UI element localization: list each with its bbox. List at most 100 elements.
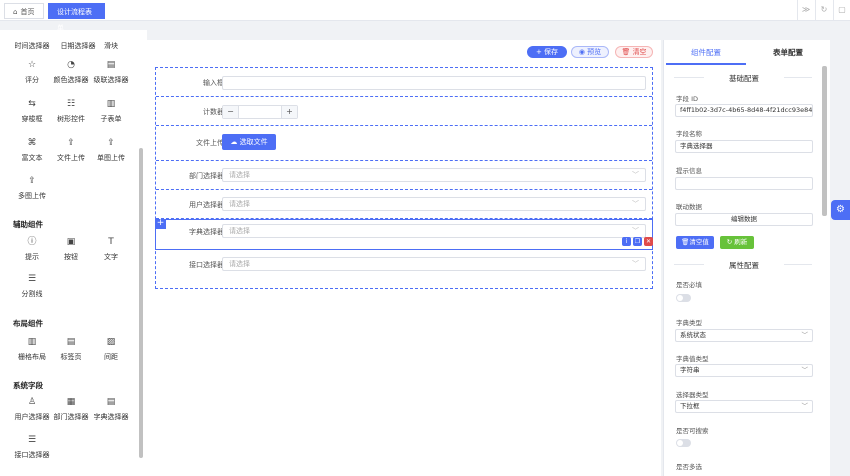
- linkage-label: 联动数据: [676, 203, 702, 211]
- save-button[interactable]: + 保存: [527, 46, 567, 58]
- dict-value-type-label: 字典值类型: [676, 355, 709, 363]
- field-name-label: 字段名称: [676, 130, 702, 138]
- tab-design-form-label: 设计流程表单: [57, 8, 92, 32]
- palette-item-label: 按钮: [64, 253, 78, 261]
- clear-value-button[interactable]: 🗑清空值: [676, 236, 714, 249]
- searchable-label: 是否可搜索: [676, 427, 709, 435]
- plus-button[interactable]: +: [281, 106, 297, 118]
- palette-item-label: 滑块: [104, 42, 118, 50]
- preview-button[interactable]: ◉ 预览: [571, 46, 609, 58]
- dict-type-value: 系统状态: [680, 331, 706, 339]
- form-row-user-selector[interactable]: 用户选择器 请选择 ﹀: [156, 190, 652, 219]
- info-action-icon[interactable]: i: [622, 237, 631, 246]
- section-basic: 基础配置: [704, 73, 784, 84]
- form-row-upload[interactable]: 文件上传 ☁ 选取文件: [156, 126, 652, 161]
- image-upload-icon: ⇪: [107, 138, 115, 148]
- component-palette: 时间选择器 日期选择器 滑块 ☆ 评分 ◔ 颜色选择器 ▤ 级联选择器 ⇆ 穿梭框 ☷ 树…: [0, 30, 147, 476]
- scroll-right-icon[interactable]: ≫: [797, 0, 814, 21]
- palette-multi-image-upload[interactable]: ⇪ 多图上传: [7, 175, 57, 201]
- palette-item-label: 树形控件: [57, 115, 85, 123]
- palette-item-label: 级联选择器: [93, 76, 129, 84]
- group-title-layout: 布局组件: [13, 319, 43, 328]
- dict-select[interactable]: 请选择 ﹀: [222, 224, 646, 238]
- hint-label: 提示信息: [676, 167, 702, 175]
- gear-icon[interactable]: ⚙: [831, 200, 850, 220]
- plus-icon: +: [535, 48, 545, 56]
- dict-value-type-select[interactable]: 字符串 ﹀: [675, 364, 813, 377]
- tab-component-config[interactable]: 组件配置: [666, 40, 746, 65]
- select-placeholder: 请选择: [229, 260, 250, 268]
- eye-icon: ◉: [578, 48, 588, 56]
- form-row-stepper[interactable]: 计数器 − +: [156, 97, 652, 126]
- select-placeholder: 请选择: [229, 227, 250, 235]
- select-placeholder: 请选择: [229, 171, 250, 179]
- palette-divider[interactable]: ☰ 分割线: [7, 273, 57, 299]
- divider-icon: ☰: [27, 274, 37, 284]
- palette-item-label: 用户选择器: [14, 413, 50, 421]
- api-select[interactable]: 请选择 ﹀: [222, 257, 646, 271]
- group-title-aux: 辅助组件: [13, 220, 43, 229]
- design-canvas: + 保存 ◉ 预览 🗑 清空 输入框 计数器 − + 文件上传 ☁ 选取文件 部…: [147, 40, 661, 476]
- form-row-api-selector[interactable]: 接口选择器 请选择 ﹀: [156, 250, 652, 287]
- group-title-system: 系统字段: [13, 381, 43, 390]
- palette-scrollbar[interactable]: [139, 148, 143, 458]
- palette-spacing[interactable]: ▨ 间距: [86, 336, 136, 362]
- required-label: 是否必填: [676, 281, 702, 289]
- config-panel: 组件配置 表单配置 基础配置 字段 ID f4ff1b02-3d7c-4b65-…: [663, 40, 830, 476]
- delete-action-icon[interactable]: ✕: [644, 237, 653, 246]
- hint-input[interactable]: [675, 177, 813, 190]
- palette-item-label: 子表单: [100, 115, 122, 123]
- field-label: 接口选择器: [189, 261, 224, 269]
- palette-item-label: 文件上传: [57, 154, 85, 162]
- refresh-button[interactable]: ↻ 刷新: [720, 236, 754, 249]
- edit-data-button[interactable]: 编辑数据: [675, 213, 813, 226]
- form-drop-area[interactable]: 输入框 计数器 − + 文件上传 ☁ 选取文件 部门选择器 请选择 ﹀ 用户选择器…: [155, 67, 653, 289]
- palette-item-label: 颜色选择器: [53, 76, 89, 84]
- text-input[interactable]: [222, 76, 646, 90]
- field-name-input[interactable]: 字典选择器: [675, 140, 813, 153]
- field-id-input[interactable]: f4ff1b02-3d7c-4b65-8d48-4f21dcc93e84: [675, 104, 813, 117]
- dept-select[interactable]: 请选择 ﹀: [222, 168, 646, 182]
- palette-subform[interactable]: ▥ 子表单: [86, 98, 136, 124]
- palette-dict-selector[interactable]: ▤ 字典选择器: [86, 396, 136, 422]
- tab-home[interactable]: ⌂ 首页: [4, 3, 44, 19]
- palette-image-upload[interactable]: ⇪ 单图上传: [86, 137, 136, 163]
- form-row-dept-selector[interactable]: 部门选择器 请选择 ﹀: [156, 161, 652, 190]
- selector-type-select[interactable]: 下拉框 ﹀: [675, 400, 813, 413]
- tab-design-form[interactable]: 设计流程表单: [48, 3, 105, 32]
- palette-time-picker[interactable]: 时间选择器: [7, 41, 57, 51]
- refresh-icon[interactable]: ↻: [815, 0, 832, 21]
- quantity-stepper[interactable]: − +: [222, 105, 298, 119]
- config-scrollbar[interactable]: [822, 66, 827, 216]
- select-file-button[interactable]: ☁ 选取文件: [222, 134, 276, 150]
- tab-menu-icon[interactable]: ▢: [833, 0, 850, 21]
- palette-slider[interactable]: 滑块: [86, 41, 136, 51]
- copy-action-icon[interactable]: ❐: [633, 237, 642, 246]
- clear-button[interactable]: 🗑 清空: [615, 46, 653, 58]
- palette-item-label: 接口选择器: [14, 451, 50, 459]
- tab-home-label: 首页: [20, 8, 35, 16]
- tab-form-config[interactable]: 表单配置: [748, 40, 828, 65]
- field-label: 计数器: [203, 108, 224, 116]
- palette-api-selector[interactable]: ☰ 接口选择器: [7, 434, 57, 460]
- multi-image-upload-icon: ⇪: [28, 176, 36, 186]
- palette-item-label: 标签页: [60, 353, 82, 361]
- user-select[interactable]: 请选择 ﹀: [222, 197, 646, 211]
- palette-item-label: 多图上传: [18, 192, 46, 200]
- dict-icon: ▤: [106, 397, 116, 407]
- minus-button[interactable]: −: [223, 106, 239, 118]
- chevron-down-icon: ﹀: [632, 227, 639, 235]
- searchable-toggle[interactable]: [676, 439, 691, 447]
- palette-cascader[interactable]: ▤ 级联选择器: [86, 59, 136, 85]
- palette-item-label: 富文本: [21, 154, 43, 162]
- cloud-upload-icon: ☁: [230, 138, 240, 146]
- preview-label: 预览: [587, 48, 602, 56]
- required-toggle[interactable]: [676, 294, 691, 302]
- palette-text[interactable]: T 文字: [86, 236, 136, 262]
- form-row-input[interactable]: 输入框: [156, 68, 652, 97]
- palette-item-label: 评分: [25, 76, 39, 84]
- form-row-dict-selector[interactable]: + 字典选择器 请选择 ﹀ i ❐ ✕: [155, 219, 653, 250]
- dict-type-select[interactable]: 系统状态 ﹀: [675, 329, 813, 342]
- field-label: 用户选择器: [189, 201, 224, 209]
- chevron-down-icon: ﹀: [632, 200, 639, 208]
